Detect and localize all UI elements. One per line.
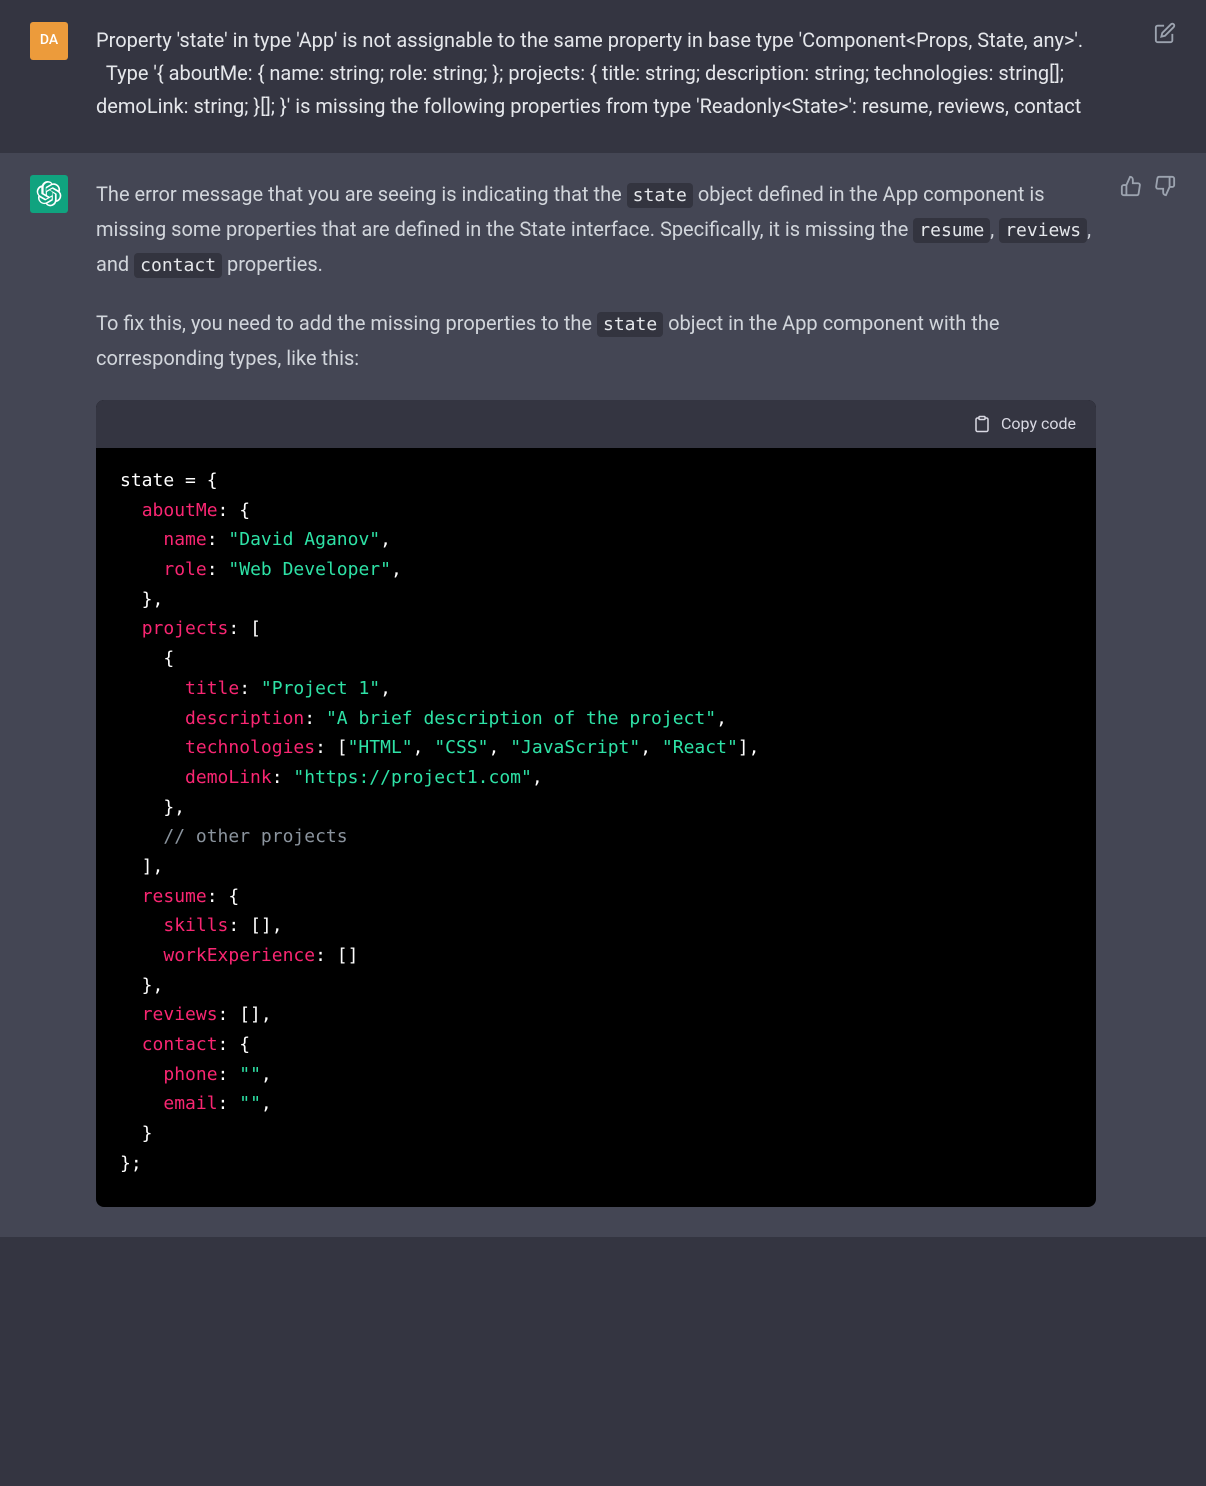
code-block: Copy code state = { aboutMe: { name: "Da… xyxy=(96,400,1096,1207)
inline-code-reviews: reviews xyxy=(999,218,1087,243)
code-body: state = { aboutMe: { name: "David Aganov… xyxy=(96,448,1096,1207)
assistant-message-row: The error message that you are seeing is… xyxy=(0,153,1206,1237)
copy-code-label: Copy code xyxy=(1001,410,1076,438)
edit-icon[interactable] xyxy=(1154,20,1176,42)
copy-code-button[interactable]: Copy code xyxy=(973,410,1076,438)
inline-code-state-2: state xyxy=(597,312,663,337)
user-message-actions xyxy=(1154,20,1176,42)
inline-code-state: state xyxy=(627,183,693,208)
clipboard-icon xyxy=(973,415,991,433)
thumbs-down-icon[interactable] xyxy=(1154,173,1176,195)
assistant-message-content: The error message that you are seeing is… xyxy=(96,175,1096,1207)
code-block-header: Copy code xyxy=(96,400,1096,448)
thumbs-up-icon[interactable] xyxy=(1120,173,1142,195)
user-message-row: DA Property 'state' in type 'App' is not… xyxy=(0,0,1206,153)
inline-code-contact: contact xyxy=(134,253,222,278)
user-message-content: Property 'state' in type 'App' is not as… xyxy=(96,22,1096,123)
inline-code-resume: resume xyxy=(913,218,990,243)
assistant-message-actions xyxy=(1120,173,1176,195)
user-avatar: DA xyxy=(30,22,68,60)
user-message-text: Property 'state' in type 'App' is not as… xyxy=(96,24,1096,123)
assistant-paragraph-1: The error message that you are seeing is… xyxy=(96,177,1096,282)
openai-logo-icon xyxy=(36,181,62,207)
assistant-paragraph-2: To fix this, you need to add the missing… xyxy=(96,306,1096,376)
assistant-avatar xyxy=(30,175,68,213)
